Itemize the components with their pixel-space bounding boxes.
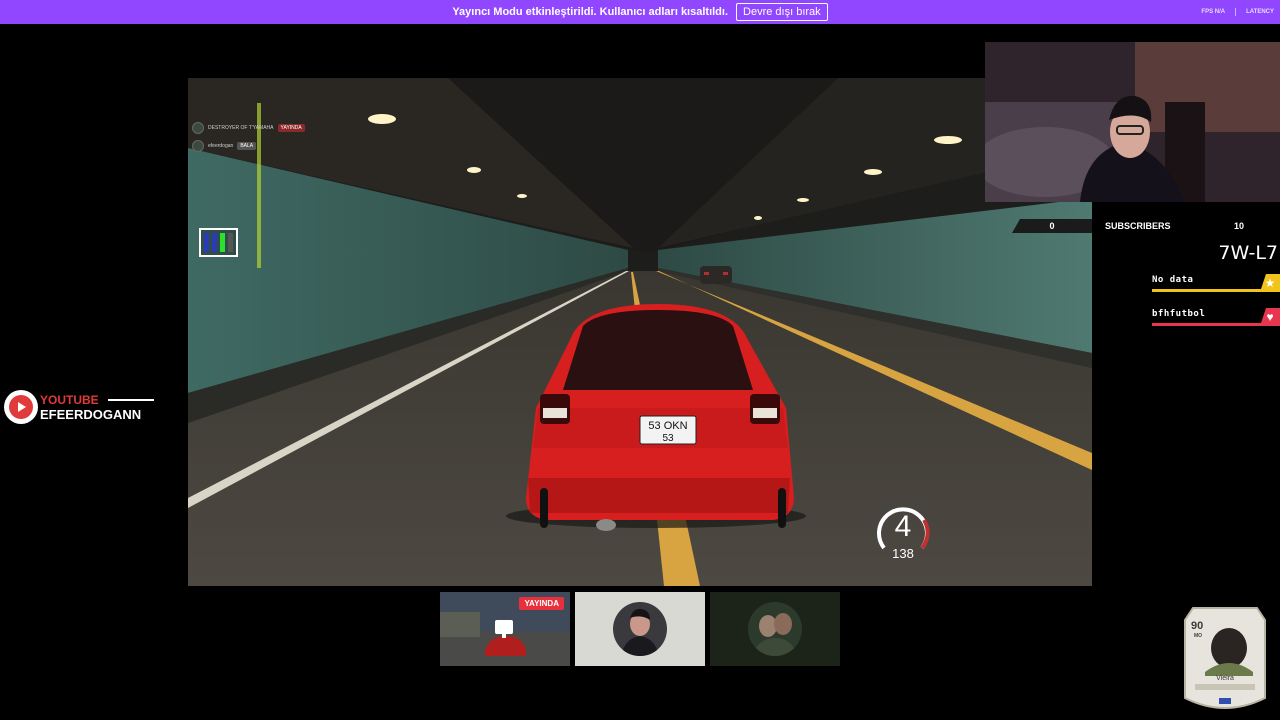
streamer-mode-message: Yayıncı Modu etkinleştirildi. Kullanıcı … <box>452 6 729 18</box>
alert-text: bfhfutbol <box>1152 309 1206 319</box>
avatar <box>192 122 204 134</box>
latest-donation-alert: bfhfutbol ♥ <box>1152 308 1280 328</box>
brake-bar <box>212 233 217 252</box>
tunnel-scene: 53 OKN 53 <box>188 78 1092 586</box>
youtube-divider <box>108 399 154 401</box>
gear-value: 4 <box>894 510 912 543</box>
avatar <box>192 140 204 152</box>
player-card: 90 MO Vieira <box>1183 606 1267 714</box>
card-rating: 90 <box>1191 620 1204 632</box>
stream-thumbnail-webcam[interactable] <box>575 592 705 666</box>
live-badge: YAYINDA <box>519 597 564 610</box>
avatar <box>613 602 667 656</box>
subscriber-count: 10 <box>1234 221 1245 231</box>
webcam-feed <box>985 42 1280 202</box>
overlay-code: 7W-L7 <box>1218 242 1278 264</box>
fps-label: FPS N/A <box>1201 9 1226 15</box>
stats-divider <box>1235 8 1237 16</box>
plate-bottom-text: 53 <box>662 433 674 444</box>
avatar-image <box>613 602 667 656</box>
chat-user: efeerdogan <box>208 143 234 149</box>
subscriber-label: SUBSCRIBERS <box>1105 221 1171 231</box>
youtube-channel: EFEERDOGANN <box>40 407 142 422</box>
avatar <box>748 602 802 656</box>
subscriber-goal-bar: 0 SUBSCRIBERS 10 <box>1012 219 1280 233</box>
hud-chat: DESTROYER OF T'YAMAHA YAYINDA efeerdogan… <box>192 122 305 158</box>
chat-tag: BALA <box>237 142 257 150</box>
pedal-input-bars <box>199 228 238 257</box>
streamer-mode-banner: Yayıncı Modu etkinleştirildi. Kullanıcı … <box>0 0 1280 24</box>
chat-row: efeerdogan BALA <box>192 140 305 152</box>
youtube-label: YOUTUBE <box>40 393 99 407</box>
subscriber-progress-pill: 0 <box>1012 219 1092 233</box>
game-stream-view[interactable]: 53 OKN 53 DESTROYER OF T'YAMAHA YAYINDA … <box>188 78 1092 586</box>
youtube-badge: YOUTUBE EFEERDOGANN <box>4 389 164 425</box>
gear-speed-gauge: 4 138 <box>874 500 932 564</box>
throttle-bar <box>220 233 225 252</box>
webcam-image <box>985 42 1280 202</box>
chat-tag: YAYINDA <box>277 124 305 132</box>
monitor-icon <box>495 620 513 638</box>
clutch-bar <box>204 233 209 252</box>
alert-underline <box>1152 289 1264 292</box>
fps-value: N/A <box>1214 9 1226 15</box>
alert-text: No data <box>1152 275 1194 285</box>
star-icon: ★ <box>1260 274 1280 292</box>
speed-value: 138 <box>892 546 914 561</box>
connection-stats: FPS N/A LATENCY <box>1201 0 1274 24</box>
disable-streamer-mode-button[interactable]: Devre dışı bırak <box>736 3 828 21</box>
stream-thumbnail-guest[interactable] <box>710 592 840 666</box>
avatar-image <box>748 602 802 656</box>
latency-label: LATENCY <box>1246 9 1274 15</box>
plate-top-text: 53 OKN <box>648 420 687 432</box>
card-position: MO <box>1194 633 1203 639</box>
alert-underline <box>1152 323 1264 326</box>
latest-follower-alert: No data ★ <box>1152 274 1280 294</box>
heart-icon: ♥ <box>1260 308 1280 326</box>
handbrake-bar <box>228 233 233 252</box>
stream-thumbnail-game[interactable]: YAYINDA <box>440 592 570 666</box>
youtube-logo-icon <box>4 390 38 424</box>
card-player-name: Vieira <box>1216 675 1234 682</box>
chat-row: DESTROYER OF T'YAMAHA YAYINDA <box>192 122 305 134</box>
chat-user: DESTROYER OF T'YAMAHA <box>208 125 274 131</box>
